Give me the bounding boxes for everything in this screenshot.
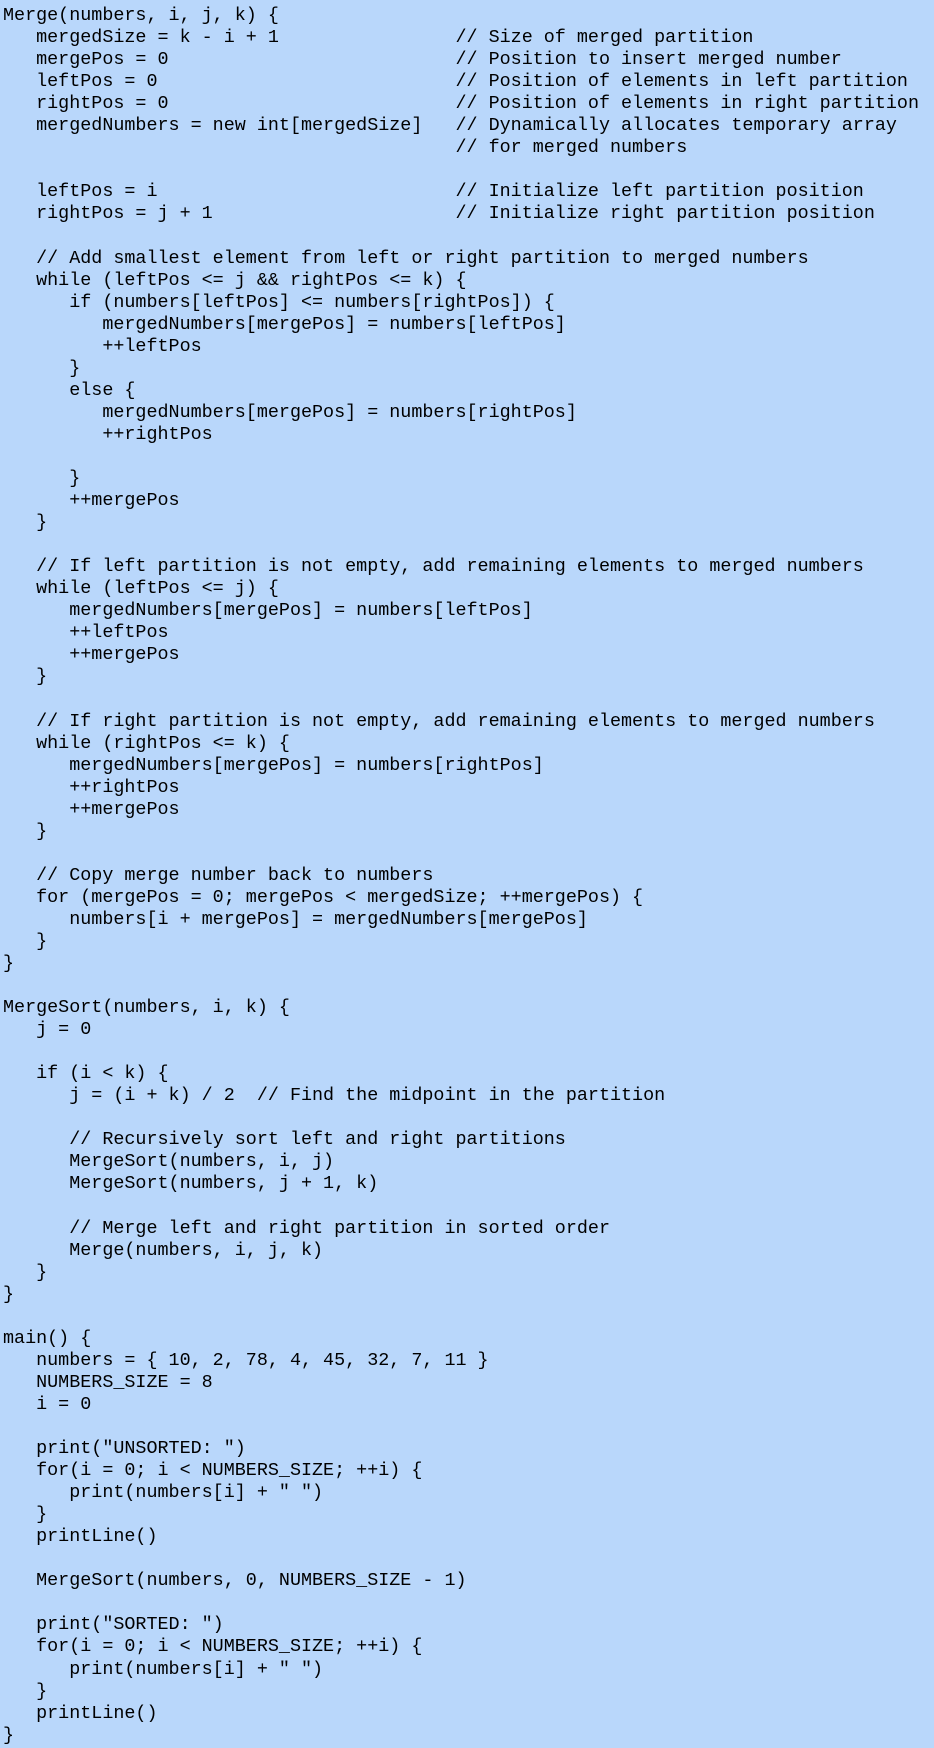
code-line: print(numbers[i] + " ") (3, 1658, 324, 1680)
code-line: } (3, 1261, 48, 1283)
code-line: mergedNumbers[mergePos] = numbers[rightP… (3, 401, 577, 423)
code-line: while (rightPos <= k) { (3, 732, 290, 754)
code-line: // Recursively sort left and right parti… (3, 1129, 566, 1151)
code-line: // Add smallest element from left or rig… (3, 247, 809, 269)
code-line: } (3, 512, 48, 534)
code-line: ++rightPos (3, 423, 213, 445)
code-line: ++mergePos (3, 490, 180, 512)
code-line: print(numbers[i] + " ") (3, 1482, 324, 1504)
code-line: for(i = 0; i < NUMBERS_SIZE; ++i) { (3, 1636, 423, 1658)
code-line: for(i = 0; i < NUMBERS_SIZE; ++i) { (3, 1460, 423, 1482)
code-line: if (i < k) { (3, 1063, 169, 1085)
code-line: leftPos = 0 // Position of elements in l… (3, 71, 908, 93)
code-line: leftPos = i // Initialize left partition… (3, 181, 864, 203)
code-line: // If left partition is not empty, add r… (3, 556, 864, 578)
code-line: } (3, 666, 48, 688)
code-line: } (3, 1680, 48, 1702)
code-line: print("SORTED: ") (3, 1614, 224, 1636)
code-line: // Copy merge number back to numbers (3, 864, 434, 886)
code-line: } (3, 1504, 48, 1526)
code-line: MergeSort(numbers, i, j) (3, 1151, 335, 1173)
code-line: // for merged numbers (3, 137, 688, 159)
code-line: j = (i + k) / 2 // Find the midpoint in … (3, 1085, 666, 1107)
code-line: // Merge left and right partition in sor… (3, 1217, 610, 1239)
code-line: NUMBERS_SIZE = 8 (3, 1371, 213, 1393)
code-line: printLine() (3, 1702, 158, 1724)
code-line: while (leftPos <= j) { (3, 578, 279, 600)
code-line: MergeSort(numbers, j + 1, k) (3, 1173, 379, 1195)
code-line: main() { (3, 1327, 92, 1349)
code-line: mergedNumbers[mergePos] = numbers[rightP… (3, 754, 544, 776)
code-line: while (leftPos <= j && rightPos <= k) { (3, 269, 467, 291)
code-line: mergedNumbers[mergePos] = numbers[leftPo… (3, 600, 533, 622)
code-line: numbers[i + mergePos] = mergedNumbers[me… (3, 908, 588, 930)
code-line: } (3, 357, 81, 379)
code-line: mergedSize = k - i + 1 // Size of merged… (3, 27, 754, 49)
code-line: rightPos = 0 // Position of elements in … (3, 93, 920, 115)
code-line: ++mergePos (3, 644, 180, 666)
code-line: MergeSort(numbers, 0, NUMBERS_SIZE - 1) (3, 1570, 467, 1592)
code-line: ++rightPos (3, 776, 180, 798)
code-line: Merge(numbers, i, j, k) (3, 1239, 324, 1261)
code-line: ++leftPos (3, 335, 202, 357)
pseudocode-listing: Merge(numbers, i, j, k) { mergedSize = k… (0, 0, 934, 1747)
code-line: ++mergePos (3, 798, 180, 820)
code-line: j = 0 (3, 1019, 92, 1041)
code-line: for (mergePos = 0; mergePos < mergedSize… (3, 886, 644, 908)
code-line: } (3, 953, 15, 975)
code-line: mergedNumbers[mergePos] = numbers[leftPo… (3, 313, 566, 335)
code-line: } (3, 820, 48, 842)
code-line: numbers = { 10, 2, 78, 4, 45, 32, 7, 11 … (3, 1349, 489, 1371)
code-line: MergeSort(numbers, i, k) { (3, 997, 290, 1019)
code-line: mergePos = 0 // Position to insert merge… (3, 49, 842, 71)
code-line: } (3, 930, 48, 952)
code-line: } (3, 1724, 15, 1746)
code-line: else { (3, 379, 136, 401)
code-view: Merge(numbers, i, j, k) { mergedSize = k… (0, 0, 934, 1748)
code-line: rightPos = j + 1 // Initialize right par… (3, 203, 875, 225)
code-line: print("UNSORTED: ") (3, 1438, 246, 1460)
code-line: } (3, 467, 81, 489)
code-line: printLine() (3, 1526, 158, 1548)
code-line: if (numbers[leftPos] <= numbers[rightPos… (3, 291, 555, 313)
code-line: } (3, 1283, 15, 1305)
code-line: ++leftPos (3, 622, 169, 644)
code-line: i = 0 (3, 1393, 92, 1415)
code-line: mergedNumbers = new int[mergedSize] // D… (3, 115, 897, 137)
code-line: // If right partition is not empty, add … (3, 710, 875, 732)
code-line: Merge(numbers, i, j, k) { (3, 5, 279, 26)
